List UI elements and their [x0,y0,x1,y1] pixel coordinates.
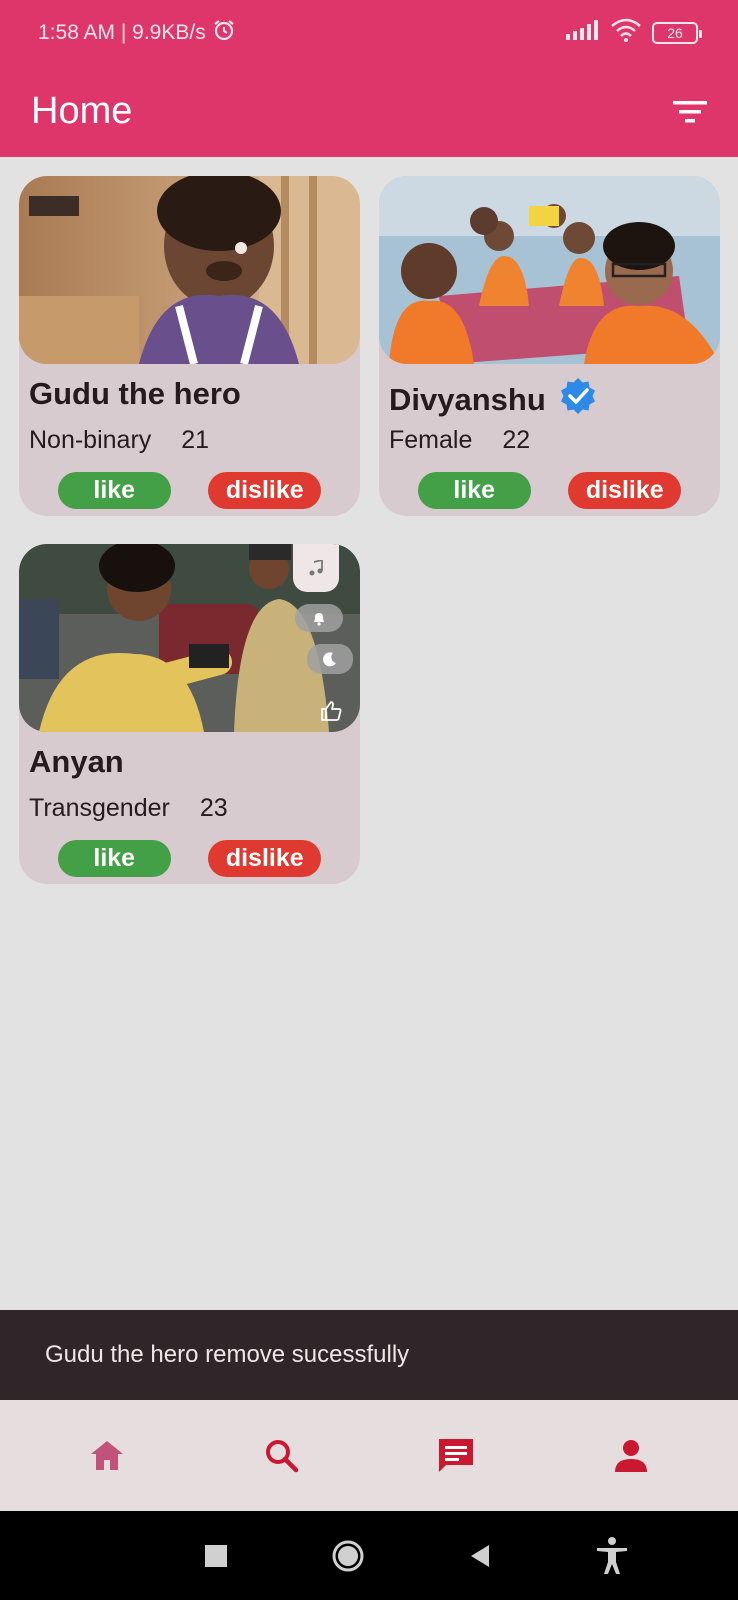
profile-age: 23 [199,794,228,822]
signal-icon [566,20,600,46]
thumbs-up-icon [321,701,342,721]
like-button[interactable]: like [57,472,171,509]
verified-badge-icon [558,376,598,424]
notification-button[interactable] [295,604,343,632]
bottom-nav [0,1400,738,1511]
profile-name-row: Divyanshu [389,376,598,424]
profile-gender: Transgender [29,794,170,822]
chat-icon [439,1438,474,1472]
profile-card[interactable]: Divyanshu Female 22 like dislike [379,176,720,516]
search-icon [265,1439,298,1472]
music-note-icon [309,560,323,576]
profile-photo [379,176,720,364]
profile-gender: Non-binary [29,426,152,454]
home-icon [91,1440,124,1470]
thumbs-up-button[interactable] [319,699,345,725]
back-button[interactable] [455,1531,505,1581]
app-bar: 1:58 AM | 9.9KB/s 26 Home [0,0,738,157]
dislike-button[interactable]: dislike [208,472,322,509]
night-mode-button[interactable] [307,644,353,674]
battery-icon: 26 [652,22,702,44]
profile-card[interactable]: Anyan Transgender 23 like dislike [19,544,360,884]
card-actions: like dislike [19,472,360,509]
accessibility-icon [597,1536,627,1574]
alarm-icon [212,18,236,48]
title-row: Home [0,66,738,157]
circle-icon [332,1540,364,1571]
page-title: Home [31,90,133,132]
profile-meta: Female 22 [389,426,530,455]
home-system-button[interactable] [323,1531,373,1581]
recents-button[interactable] [191,1531,241,1581]
profile-name: Gudu the hero [29,376,241,411]
profile-name-row: Anyan [29,744,124,780]
profile-age: 22 [502,426,531,454]
filter-button[interactable] [670,92,710,132]
square-icon [205,1544,227,1567]
like-button[interactable]: like [417,472,531,509]
dislike-button[interactable]: dislike [208,840,322,877]
status-right: 26 [566,18,702,48]
wifi-icon [610,18,642,48]
status-bar: 1:58 AM | 9.9KB/s 26 [0,0,738,66]
accessibility-button[interactable] [587,1531,637,1581]
card-actions: like dislike [19,840,360,877]
snackbar-message: Gudu the hero remove sucessfully [45,1341,410,1368]
battery-level: 26 [667,25,683,41]
system-nav-bar [0,1511,738,1600]
profile-photo [19,176,360,364]
nav-search[interactable] [242,1416,322,1496]
status-left: 1:58 AM | 9.9KB/s [38,18,236,48]
like-button[interactable]: like [57,840,171,877]
back-triangle-icon [471,1544,489,1567]
filter-icon [673,100,707,122]
music-button[interactable] [293,544,339,592]
moon-icon [323,652,336,667]
nav-chat[interactable] [416,1416,496,1496]
bell-icon [314,613,324,626]
snackbar: Gudu the hero remove sucessfully [0,1310,738,1400]
card-actions: like dislike [379,472,720,509]
status-time-speed: 1:58 AM | 9.9KB/s [38,21,206,44]
profile-meta: Transgender 23 [29,794,228,823]
profile-name: Divyanshu [389,382,546,417]
profile-grid: Gudu the hero Non-binary 21 like dislike [19,176,721,884]
dislike-button[interactable]: dislike [568,472,682,509]
profile-photo [19,544,360,732]
nav-home[interactable] [67,1416,147,1496]
profile-icon [614,1439,647,1472]
profile-name-row: Gudu the hero [29,376,241,412]
nav-profile[interactable] [591,1416,671,1496]
profile-card[interactable]: Gudu the hero Non-binary 21 like dislike [19,176,360,516]
profile-age: 21 [181,426,210,454]
profile-name: Anyan [29,744,124,779]
profile-gender: Female [389,426,473,454]
profile-meta: Non-binary 21 [29,426,209,455]
